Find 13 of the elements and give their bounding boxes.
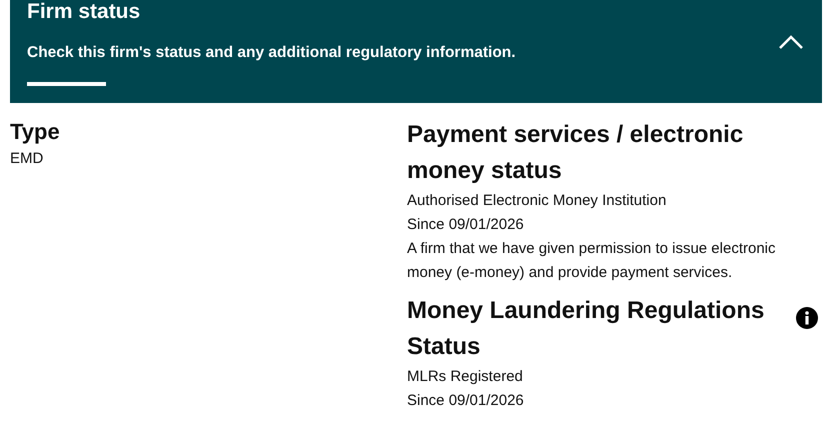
- status-heading: Money Laundering Regulations Status: [407, 296, 766, 362]
- status-text: Since 09/01/2026: [407, 215, 525, 235]
- type-heading: Type: [10, 118, 61, 146]
- type-value: EMD: [10, 149, 44, 169]
- panel-subtitle: Check this firm's status and any additional regulatory information.: [27, 44, 516, 62]
- status-text: MLRs Registered: [407, 367, 524, 387]
- panel-title: Firm status: [27, 0, 142, 24]
- collapse-chevron-icon[interactable]: [778, 34, 804, 50]
- status-text: Authorised Electronic Money Institution: [407, 191, 668, 211]
- status-text: A firm that we have given permission to issue electronic money (e-money) and provide payment services.: [407, 239, 777, 283]
- info-icon[interactable]: [796, 307, 818, 329]
- status-heading: Payment services / electronic money status: [407, 120, 744, 186]
- status-text: Since 09/01/2026: [407, 391, 525, 411]
